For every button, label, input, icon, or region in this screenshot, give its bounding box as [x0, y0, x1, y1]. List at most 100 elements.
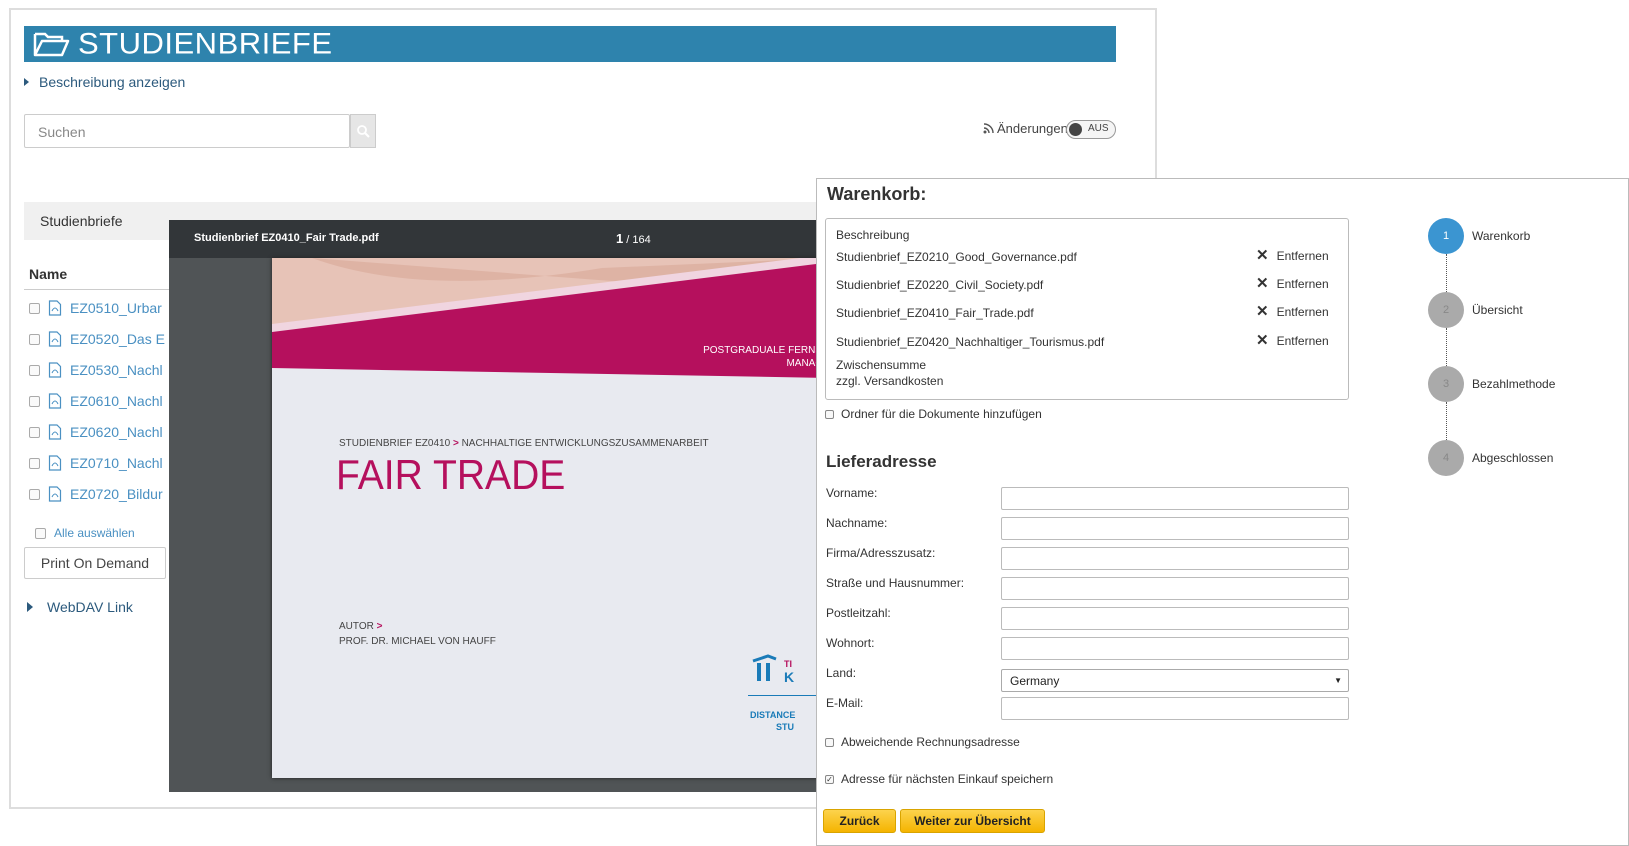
select-all[interactable]: Alle auswählen — [35, 526, 135, 540]
file-row[interactable]: EZ0510_Urbar — [29, 293, 162, 323]
distance-label: DISTANCE STU — [750, 709, 795, 733]
pdf-file-icon — [48, 331, 62, 347]
remove-label: Entfernen — [1276, 334, 1329, 348]
remove-button[interactable]: ✕ Entfernen — [1256, 304, 1329, 319]
file-name[interactable]: EZ0620_Nachl — [70, 424, 163, 440]
firma-field[interactable] — [1001, 547, 1349, 570]
distance-line2: STU — [776, 722, 794, 732]
search-icon — [357, 125, 370, 138]
total-pages: 164 — [632, 234, 651, 246]
nachname-field[interactable] — [1001, 517, 1349, 540]
alt-billing-label: Abweichende Rechnungsadresse — [841, 735, 1020, 749]
remove-button[interactable]: ✕ Entfernen — [1256, 247, 1329, 264]
changes-toggle[interactable]: AUS — [1066, 120, 1116, 139]
step-label: Bezahlmethode — [1472, 377, 1556, 391]
row-checkbox[interactable] — [29, 333, 40, 345]
name-column-header[interactable]: Name — [29, 266, 67, 282]
dropdown-arrow-icon: ▼ — [1334, 676, 1342, 685]
cover-subtitle-code: STUDIENBRIEF EZ0410 — [339, 438, 451, 449]
webdav-link-toggle[interactable]: WebDAV Link — [27, 599, 133, 615]
step-connector — [1446, 328, 1447, 366]
close-icon: ✕ — [1256, 247, 1269, 264]
row-checkbox[interactable] — [29, 488, 40, 500]
folder-open-icon — [33, 32, 70, 57]
row-checkbox[interactable] — [29, 457, 40, 469]
row-checkbox[interactable] — [29, 426, 40, 438]
print-on-demand-button[interactable]: Print On Demand — [24, 547, 166, 579]
author-label: AUTOR — [339, 621, 374, 632]
step-number: 4 — [1428, 440, 1464, 476]
file-row[interactable]: EZ0620_Nachl — [29, 417, 163, 447]
search-button[interactable] — [350, 114, 376, 148]
land-select[interactable]: Germany ▼ — [1001, 669, 1349, 692]
save-address-option[interactable]: ✓ Adresse für nächsten Einkauf speichern — [825, 772, 1053, 786]
cover-title: FAIR TRADE — [336, 451, 566, 498]
file-row[interactable]: EZ0520_Das E — [29, 324, 165, 354]
back-button[interactable]: Zurück — [823, 809, 896, 833]
search-input[interactable]: Suchen — [24, 114, 350, 148]
pdf-viewer-toolbar: Studienbrief EZ0410_Fair Trade.pdf 1 / 1… — [169, 220, 829, 258]
alt-billing-checkbox[interactable] — [825, 737, 834, 747]
remove-label: Entfernen — [1276, 305, 1329, 319]
step-number: 1 — [1428, 218, 1464, 254]
pdf-file-icon — [48, 362, 62, 378]
select-all-label[interactable]: Alle auswählen — [54, 526, 135, 540]
remove-button[interactable]: ✕ Entfernen — [1256, 333, 1329, 348]
show-description-toggle[interactable]: Beschreibung anzeigen — [24, 74, 185, 90]
remove-label: Entfernen — [1276, 249, 1329, 263]
row-checkbox[interactable] — [29, 302, 40, 314]
step-bezahlmethode: 3 Bezahlmethode — [1428, 366, 1555, 402]
plz-label: Postleitzahl: — [826, 606, 891, 620]
row-checkbox[interactable] — [29, 395, 40, 407]
file-row[interactable]: EZ0610_Nachl — [29, 386, 163, 416]
caret-right-icon — [27, 602, 33, 612]
folder-option-checkbox[interactable] — [825, 409, 834, 419]
alt-billing-option[interactable]: Abweichende Rechnungsadresse — [825, 735, 1020, 749]
toggle-state-label: AUS — [1088, 123, 1109, 134]
wohnort-field[interactable] — [1001, 637, 1349, 660]
file-name[interactable]: EZ0610_Nachl — [70, 393, 163, 409]
file-row[interactable]: EZ0720_Bildur — [29, 479, 163, 509]
save-address-checkbox[interactable]: ✓ — [825, 774, 834, 784]
file-name[interactable]: EZ0530_Nachl — [70, 362, 163, 378]
studienbriefe-banner: STUDIENBRIEFE — [24, 26, 1116, 62]
wohnort-label: Wohnort: — [826, 636, 875, 650]
step-number: 2 — [1428, 292, 1464, 328]
step-number: 3 — [1428, 366, 1464, 402]
file-name[interactable]: EZ0720_Bildur — [70, 486, 163, 502]
show-description-label: Beschreibung anzeigen — [39, 74, 186, 90]
land-label: Land: — [826, 666, 857, 680]
close-icon: ✕ — [1256, 275, 1269, 292]
author-name: PROF. DR. MICHAEL VON HAUFF — [339, 636, 496, 647]
rss-icon — [983, 123, 994, 134]
current-page[interactable]: 1 — [616, 231, 623, 246]
next-button[interactable]: Weiter zur Übersicht — [900, 809, 1045, 833]
folder-option[interactable]: Ordner für die Dokumente hinzufügen — [825, 407, 1042, 421]
cart-subtotal: Zwischensumme — [836, 358, 927, 372]
changes-feed: Änderungen — [983, 121, 1068, 136]
file-name[interactable]: EZ0510_Urbar — [70, 300, 162, 316]
pdf-file-icon — [48, 393, 62, 409]
row-checkbox[interactable] — [29, 364, 40, 376]
file-name[interactable]: EZ0710_Nachl — [70, 455, 163, 471]
email-field[interactable] — [1001, 697, 1349, 720]
step-label: Warenkorb — [1472, 229, 1531, 243]
tab-studienbriefe[interactable]: Studienbriefe — [40, 213, 123, 229]
file-name[interactable]: EZ0520_Das E — [70, 331, 165, 347]
vorname-field[interactable] — [1001, 487, 1349, 510]
cart-item-name: Studienbrief_EZ0220_Civil_Society.pdf — [836, 278, 1044, 292]
page-indicator: 1 / 164 — [616, 231, 651, 246]
save-address-label: Adresse für nächsten Einkauf speichern — [841, 772, 1054, 786]
cart-title: Warenkorb: — [827, 184, 927, 204]
pdf-file-icon — [48, 300, 62, 316]
remove-button[interactable]: ✕ Entfernen — [1256, 275, 1329, 292]
university-logo-icon — [752, 654, 777, 681]
strasse-field[interactable] — [1001, 577, 1349, 600]
cover-subtitle: STUDIENBRIEF EZ0410 > NACHHALTIGE ENTWIC… — [339, 438, 709, 449]
email-label: E-Mail: — [826, 696, 864, 710]
file-row[interactable]: EZ0530_Nachl — [29, 355, 163, 385]
file-row[interactable]: EZ0710_Nachl — [29, 448, 163, 478]
plz-field[interactable] — [1001, 607, 1349, 630]
select-all-checkbox[interactable] — [35, 527, 46, 539]
strasse-label: Straße und Hausnummer: — [826, 576, 965, 590]
